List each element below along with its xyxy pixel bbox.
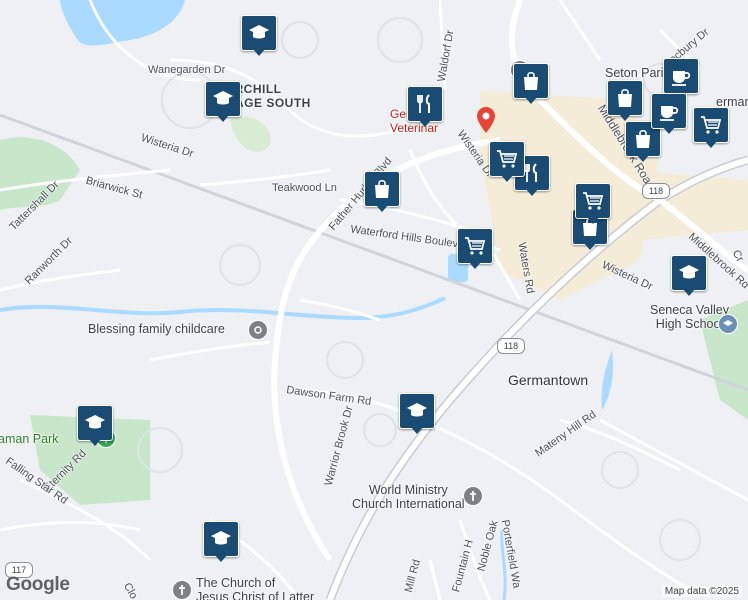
church-poi-icon[interactable] — [172, 580, 192, 600]
road-label-wanegarden: Wanegarden Dr — [148, 64, 226, 76]
road-label-teakwood: Teakwood Ln — [272, 182, 337, 194]
place-label-blessing[interactable]: Blessing family childcare — [88, 322, 225, 336]
graduation-cap-icon — [247, 21, 271, 45]
coffee-cup-icon — [657, 99, 681, 123]
school-marker[interactable] — [77, 405, 113, 449]
shopping-bag-icon — [519, 69, 543, 93]
store-marker[interactable] — [607, 80, 643, 124]
school-marker[interactable] — [205, 81, 241, 125]
vet-location-pin-icon[interactable] — [475, 106, 497, 134]
coffee-cup-icon — [669, 64, 693, 88]
graduation-cap-icon — [211, 87, 235, 111]
school-poi-icon[interactable] — [718, 314, 738, 334]
graduation-cap-icon — [83, 411, 107, 435]
route-118-shield: 118 — [642, 183, 670, 199]
restaurant-marker[interactable] — [407, 86, 443, 130]
grocery-marker[interactable] — [693, 107, 729, 151]
grocery-marker[interactable] — [489, 141, 525, 185]
store-marker[interactable] — [513, 63, 549, 107]
school-marker[interactable] — [203, 521, 239, 565]
school-marker[interactable] — [399, 393, 435, 437]
shopping-cart-icon — [699, 113, 723, 137]
shopping-cart-icon — [581, 189, 605, 213]
route-118-shield: 118 — [497, 338, 525, 354]
place-label-world-ministry[interactable]: World Ministry Church International — [352, 483, 465, 511]
school-marker[interactable] — [241, 15, 277, 59]
place-label-latter-day[interactable]: The Church of Jesus Christ of Latter — [196, 576, 314, 600]
grocery-marker[interactable] — [575, 183, 611, 227]
store-marker[interactable] — [364, 171, 400, 215]
graduation-cap-icon — [677, 261, 701, 285]
town-label-germantown: Germantown — [508, 372, 589, 388]
place-label-park[interactable]: aman Park — [0, 432, 58, 446]
graduation-cap-icon — [405, 399, 429, 423]
shopping-bag-icon — [613, 86, 637, 110]
map-canvas[interactable]: Wanegarden Dr CHURCHILL VILLAGE SOUTH Wi… — [0, 0, 748, 600]
shopping-bag-icon — [370, 177, 394, 201]
place-label-seneca-valley[interactable]: Seneca Valley High School — [650, 303, 729, 331]
google-logo: Google — [6, 574, 70, 595]
school-marker[interactable] — [671, 255, 707, 299]
graduation-cap-icon — [209, 527, 233, 551]
church-poi-icon[interactable] — [463, 486, 483, 506]
grocery-marker[interactable] — [457, 228, 493, 272]
cafe-marker[interactable] — [651, 93, 687, 137]
childcare-poi-icon[interactable] — [248, 320, 268, 340]
map-attribution[interactable]: Map data ©2025 — [661, 586, 742, 597]
shopping-cart-icon — [463, 234, 487, 258]
shopping-cart-icon — [495, 147, 519, 171]
fork-knife-icon — [413, 92, 437, 116]
